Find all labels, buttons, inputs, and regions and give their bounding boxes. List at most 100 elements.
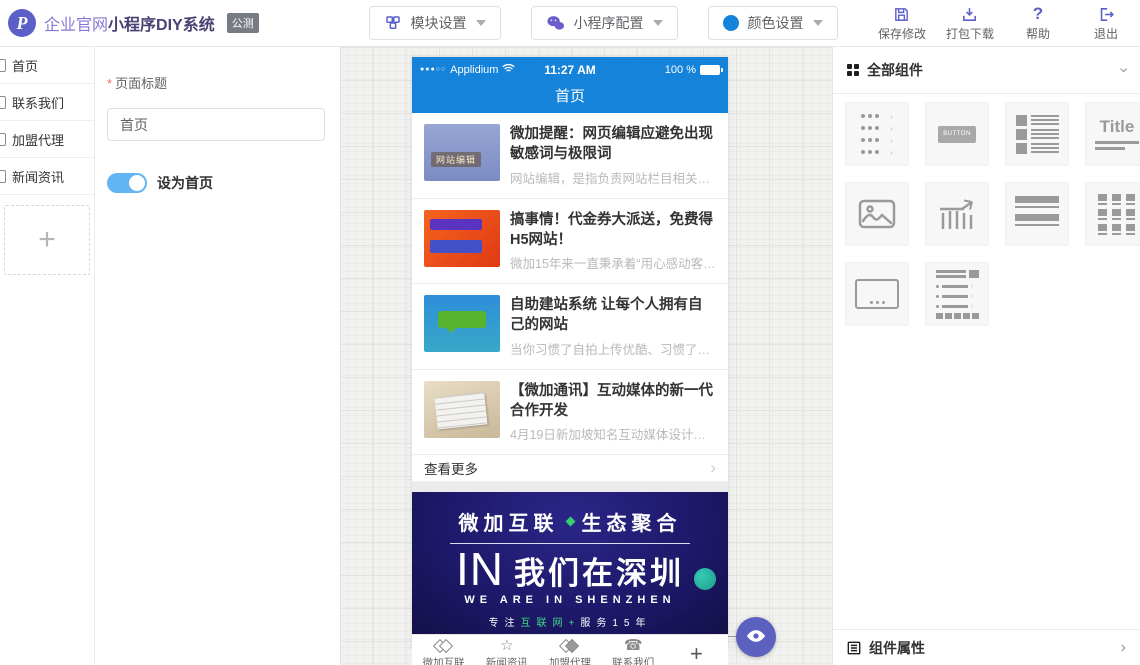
component-tile-image[interactable]	[845, 182, 909, 246]
news-thumbnail	[424, 381, 500, 438]
download-icon	[961, 5, 978, 23]
help-label: 帮助	[1026, 25, 1050, 42]
tab-agency[interactable]: 加盟代理	[538, 635, 601, 665]
statusbar-right: 100 %	[596, 64, 720, 76]
help-icon: ?	[1033, 5, 1043, 23]
tab-label: 加盟代理	[549, 655, 591, 665]
thumbnail-caption: 网站编辑	[431, 152, 481, 167]
component-tile-rich-list[interactable]: › › ›	[925, 262, 989, 326]
top-toolbar: P 企业官网小程序DIY系统 公测 模块设置 小程序配置	[0, 0, 1140, 47]
eye-icon	[746, 629, 766, 646]
preview-eye-button[interactable]	[736, 617, 776, 657]
components-header-label: 全部组件	[867, 60, 923, 80]
caret-down-icon	[653, 20, 663, 26]
phone-nav-title: 首页	[412, 82, 728, 113]
wifi-icon	[502, 63, 515, 76]
news-thumbnail	[424, 210, 500, 267]
banner-line3: WE ARE IN SHENZHEN	[412, 594, 728, 606]
page-label: 加盟代理	[12, 130, 64, 149]
news-summary: 4月19日新加坡知名互动媒体设计机构Pinh...	[510, 424, 716, 443]
news-item[interactable]: 搞事情！代金券大派送，免费得H5网站！ 微加15年来一直秉承着“用心感动客户！”…	[412, 199, 728, 285]
news-text: 搞事情！代金券大派送，免费得H5网站！ 微加15年来一直秉承着“用心感动客户！”…	[510, 210, 716, 273]
exit-button[interactable]: 退出	[1082, 5, 1130, 42]
component-tile-carousel[interactable]	[845, 262, 909, 326]
banner-line1: 微加互联 生态聚合	[412, 507, 728, 536]
component-tile-article-list[interactable]	[1005, 102, 1069, 166]
view-more-row[interactable]: 查看更多 ›	[412, 455, 728, 482]
help-button[interactable]: ? 帮助	[1014, 5, 1062, 42]
news-item[interactable]: 自助建站系统 让每个人拥有自己的网站 当你习惯了自拍上传优酷、习惯了写点小...	[412, 284, 728, 370]
phone-icon: ☎	[624, 638, 643, 654]
properties-icon	[847, 641, 861, 655]
component-tile-menu-list[interactable]: › › › ›	[845, 102, 909, 166]
design-canvas[interactable]: ●●●○○ Applidium 11:27 AM 100 % 首页 网站编辑 微…	[340, 47, 832, 665]
promo-banner[interactable]: 微加互联 生态聚合 IN 我们在深圳 WE ARE IN SHENZHEN 专注…	[412, 492, 728, 634]
news-text: 微加提醒：网页编辑应避免出现敏感词与极限词 网站编辑，是指负责网站栏目相关内容的…	[510, 124, 716, 187]
tab-label: 新闻资讯	[486, 655, 528, 665]
set-home-toggle[interactable]	[107, 173, 147, 193]
news-summary: 网站编辑，是指负责网站栏目相关内容的...	[510, 168, 716, 187]
battery-label: 100 %	[665, 64, 696, 76]
components-panel: 全部组件 › › › › › BUTTON Title	[832, 47, 1140, 665]
section-gap	[412, 482, 728, 492]
page-icon	[0, 96, 6, 109]
grid-icon	[847, 64, 859, 76]
sidebar-item-news[interactable]: 新闻资讯	[0, 158, 94, 195]
page-icon	[0, 59, 6, 72]
page-title-input[interactable]	[107, 108, 325, 141]
toolbar-actions: 保存修改 打包下载 ? 帮助 退出	[878, 5, 1140, 42]
sidebar-item-agency[interactable]: 加盟代理	[0, 121, 94, 158]
brand: P 企业官网小程序DIY系统 公测	[0, 9, 330, 37]
components-header[interactable]: 全部组件 ›	[833, 47, 1140, 94]
caret-down-icon	[813, 20, 823, 26]
caret-down-icon	[476, 20, 486, 26]
tab-label: 微加互联	[423, 655, 465, 665]
plus-icon: +	[690, 646, 703, 662]
beta-badge: 公测	[227, 13, 259, 33]
component-tile-progress-arrow[interactable]	[925, 182, 989, 246]
set-home-row: 设为首页	[107, 173, 326, 193]
signal-dots-icon: ●●●○○	[420, 66, 446, 73]
star-icon: ☆	[500, 638, 513, 654]
double-diamond-icon	[435, 638, 453, 654]
news-item[interactable]: 网站编辑 微加提醒：网页编辑应避免出现敏感词与极限词 网站编辑，是指负责网站栏目…	[412, 113, 728, 199]
color-settings-dropdown[interactable]: 颜色设置	[708, 6, 838, 40]
component-tile-button[interactable]: BUTTON	[925, 102, 989, 166]
clock-label: 11:27 AM	[544, 63, 596, 77]
component-tile-title[interactable]: Title	[1085, 102, 1140, 166]
miniprogram-config-dropdown[interactable]: 小程序配置	[531, 6, 678, 40]
exit-label: 退出	[1094, 25, 1118, 42]
news-title: 自助建站系统 让每个人拥有自己的网站	[510, 295, 716, 336]
news-item[interactable]: 【微加通讯】互动媒体的新一代合作开发 4月19日新加坡知名互动媒体设计机构Pin…	[412, 370, 728, 456]
wechat-icon	[546, 15, 565, 32]
module-settings-label: 模块设置	[410, 13, 466, 33]
news-title: 搞事情！代金券大派送，免费得H5网站！	[510, 210, 716, 251]
components-grid: › › › › BUTTON Title	[833, 94, 1140, 326]
button-shape: BUTTON	[938, 126, 976, 143]
chevron-right-icon: ›	[1121, 639, 1126, 657]
tab-news[interactable]: ☆ 新闻资讯	[475, 635, 538, 665]
tab-brand[interactable]: 微加互联	[412, 635, 475, 665]
add-page-button[interactable]: +	[4, 205, 90, 275]
news-thumbnail	[424, 295, 500, 352]
component-properties-bar[interactable]: 组件属性 ›	[833, 629, 1140, 665]
news-text: 【微加通讯】互动媒体的新一代合作开发 4月19日新加坡知名互动媒体设计机构Pin…	[510, 381, 716, 444]
download-button[interactable]: 打包下载	[946, 5, 994, 42]
tab-label: 联系我们	[612, 655, 654, 665]
save-button[interactable]: 保存修改	[878, 5, 926, 42]
module-settings-dropdown[interactable]: 模块设置	[369, 6, 501, 40]
tab-add-button[interactable]: +	[665, 635, 728, 665]
app-title-dark: 小程序DIY系统	[108, 17, 215, 34]
component-tile-icon-grid[interactable]	[1085, 182, 1140, 246]
sidebar-item-home[interactable]: 首页	[0, 47, 94, 84]
component-tile-text-bars[interactable]	[1005, 182, 1069, 246]
news-title: 微加提醒：网页编辑应避免出现敏感词与极限词	[510, 124, 716, 165]
color-settings-label: 颜色设置	[747, 13, 803, 33]
banner-line4: 专注互联网+服务15年	[412, 614, 728, 629]
cubes-icon	[384, 14, 402, 32]
page-label: 首页	[12, 56, 38, 75]
download-label: 打包下载	[946, 25, 994, 42]
sidebar-item-contact[interactable]: 联系我们	[0, 84, 94, 121]
tab-contact[interactable]: ☎ 联系我们	[602, 635, 665, 665]
app-logo-icon: P	[8, 9, 36, 37]
